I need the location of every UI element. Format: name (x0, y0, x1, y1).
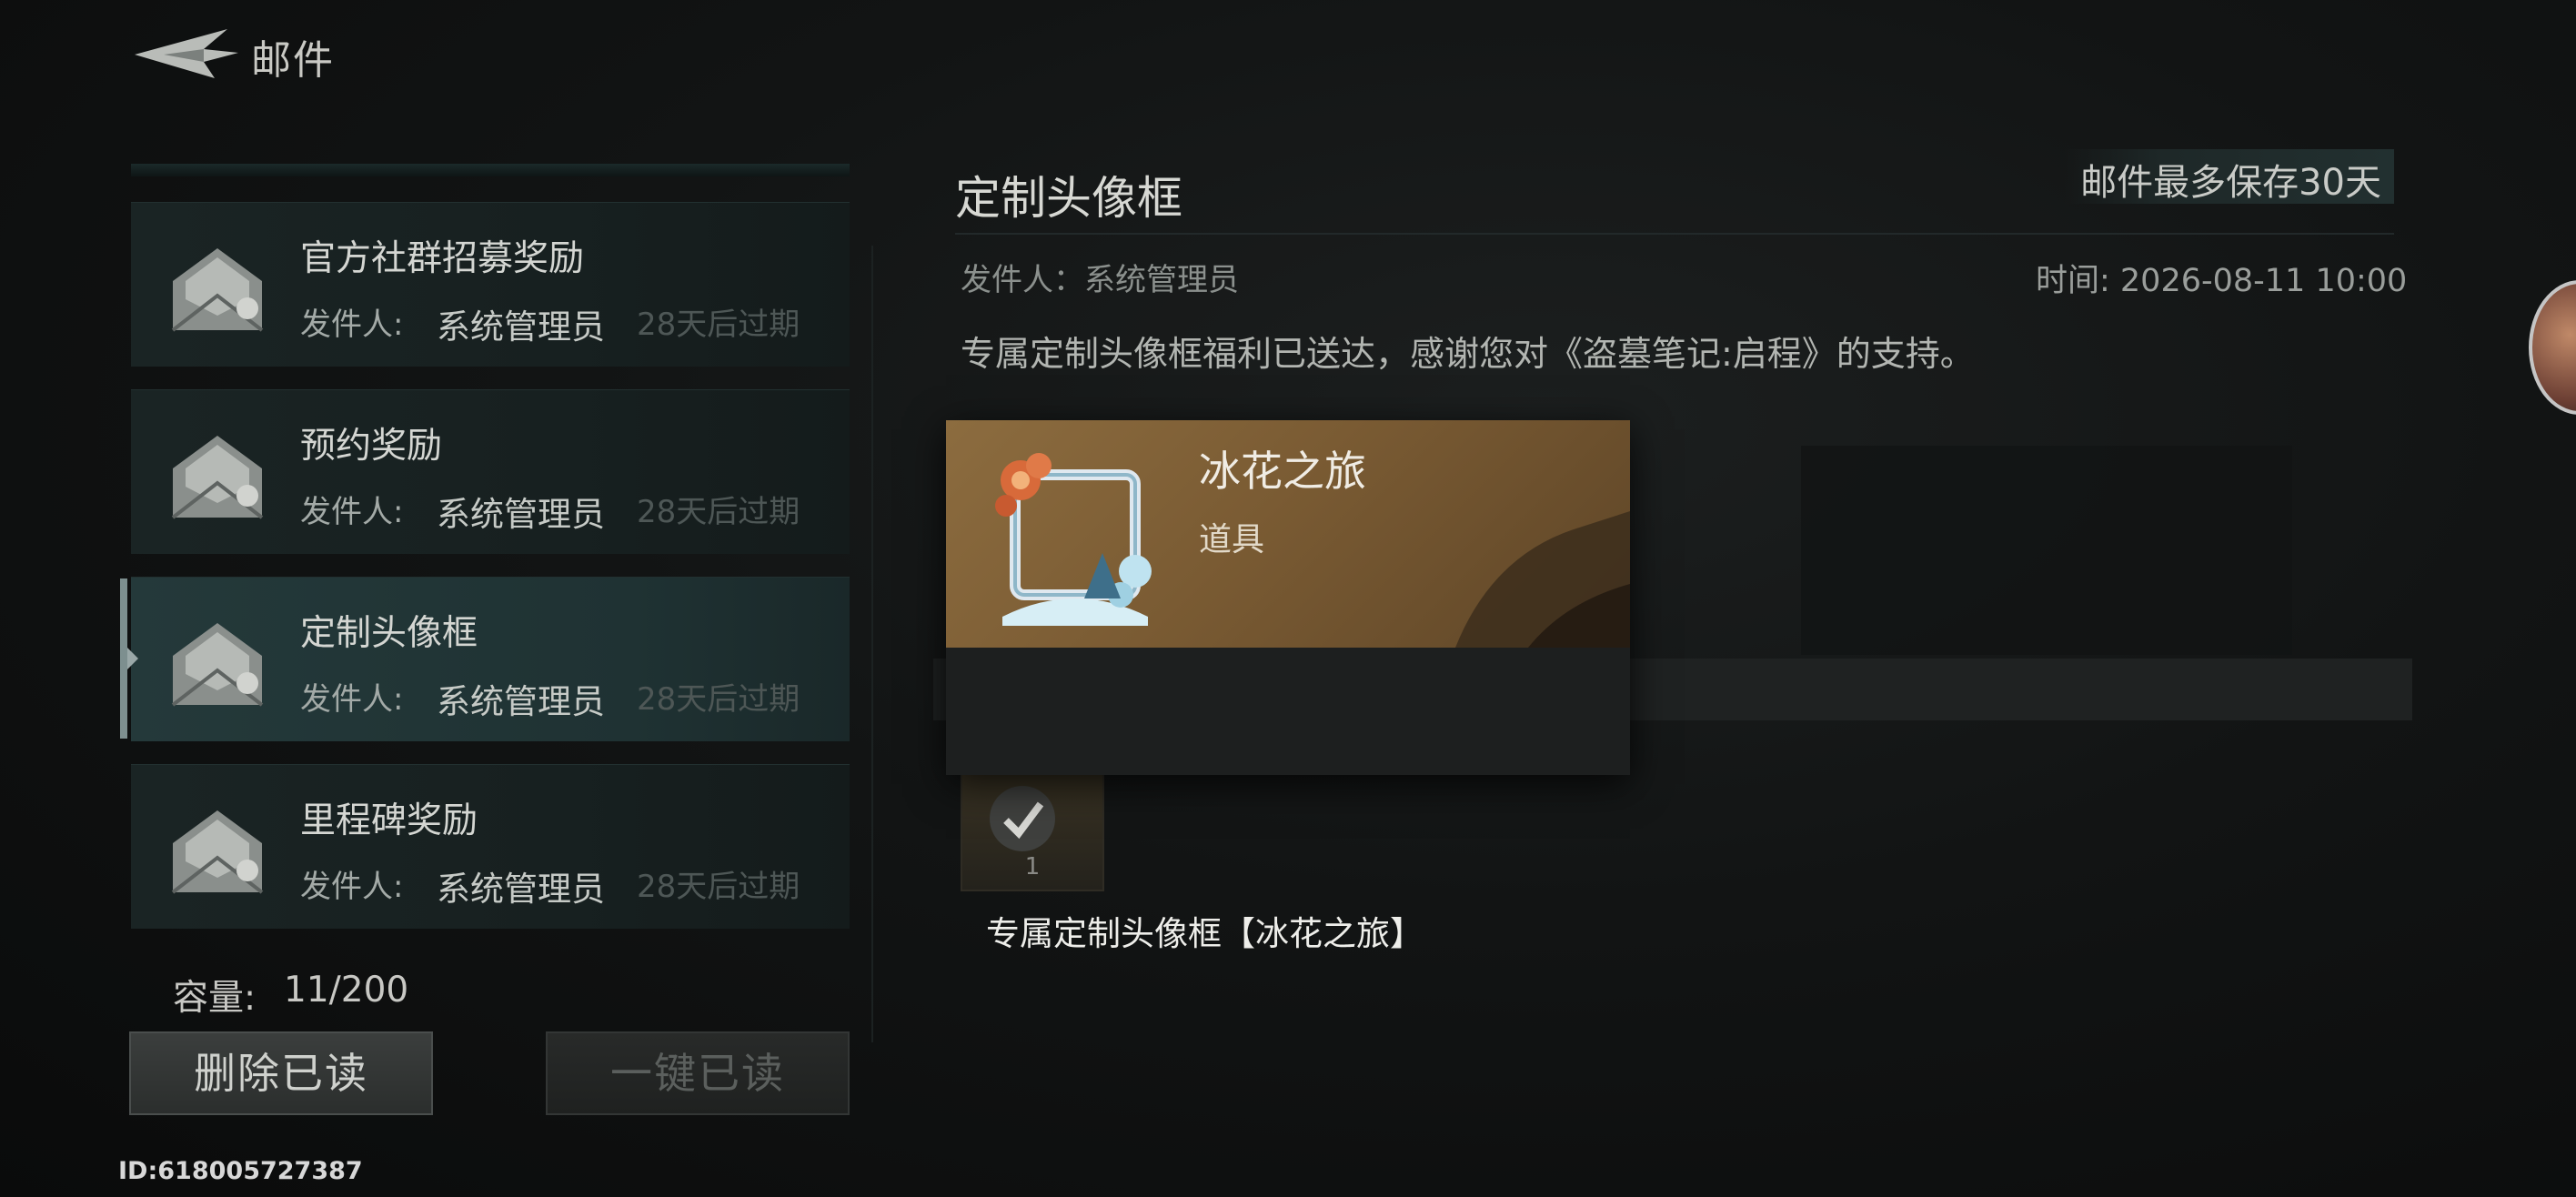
list-scroll-edge (131, 164, 850, 176)
mail-screen: 邮件 官方社群招募奖励 发件人: 系统管理员 28天后过期 预约奖励 发件人: … (0, 0, 2576, 1197)
mail-item-avatar-frame[interactable]: 定制头像框 发件人: 系统管理员 28天后过期 (131, 577, 850, 741)
selection-indicator (120, 578, 127, 739)
item-description: 专属定制头像框【冰花之旅】 (986, 914, 1424, 953)
mail-item-recruit[interactable]: 官方社群招募奖励 发件人: 系统管理员 28天后过期 (131, 202, 850, 367)
panel-divider (871, 246, 873, 1042)
floating-avatar[interactable] (2529, 280, 2576, 415)
item-name: 冰花之旅 (1199, 447, 1366, 496)
mail-open-icon (171, 248, 264, 332)
detail-body: 专属定制头像框福利已送达，感谢您对《盗墓笔记:启程》的支持。 (961, 334, 1975, 374)
tooltip-body: 专属定制头像框【冰花之旅】 (946, 648, 1630, 953)
back-arrow-icon (135, 29, 238, 78)
selection-arrow-icon (127, 648, 138, 669)
mail-sender-label: 发件人: (300, 307, 404, 343)
mail-open-icon (171, 436, 264, 519)
mail-sender: 系统管理员 (437, 870, 605, 909)
mail-open-icon (171, 810, 264, 894)
mail-title: 官方社群招募奖励 (300, 238, 585, 279)
mail-sender-label: 发件人: (300, 494, 404, 530)
mail-item-reservation[interactable]: 预约奖励 发件人: 系统管理员 28天后过期 (131, 389, 850, 554)
page-title: 邮件 (251, 37, 335, 84)
detail-divider (955, 233, 2394, 235)
avatar-frame-icon (995, 453, 1152, 626)
checkmark-icon (1003, 801, 1044, 840)
background-decoration (1801, 446, 2292, 655)
retention-note-box: 邮件最多保存30天 (2065, 149, 2394, 204)
mail-expire: 28天后过期 (637, 869, 800, 905)
mark-all-read-button[interactable]: 一键已读 (546, 1031, 850, 1115)
mail-sender-label: 发件人: (300, 681, 404, 718)
reward-item-slot[interactable]: 1 (961, 764, 1104, 891)
mail-sender: 系统管理员 (437, 307, 605, 347)
mail-sender: 系统管理员 (437, 682, 605, 721)
mail-title: 预约奖励 (300, 426, 443, 467)
mail-expire: 28天后过期 (637, 494, 800, 530)
mail-title: 定制头像框 (300, 613, 478, 654)
detail-time: 时间: 2026-08-11 10:00 (2036, 263, 2408, 299)
capacity-label: 容量: (173, 978, 257, 1019)
mail-expire: 28天后过期 (637, 307, 800, 343)
back-button[interactable] (127, 22, 246, 86)
mail-open-icon (171, 623, 264, 707)
claimed-badge (990, 786, 1055, 851)
detail-sender: 发件人：系统管理员 (961, 262, 1239, 298)
mail-title: 里程碑奖励 (300, 800, 478, 841)
detail-title: 定制头像框 (955, 172, 1182, 225)
retention-note: 邮件最多保存30天 (2080, 162, 2381, 204)
item-tooltip: 冰花之旅 道具 专属定制头像框【冰花之旅】 (946, 420, 1630, 953)
item-type: 道具 (1199, 521, 1265, 558)
capacity-value: 11/200 (284, 970, 409, 1011)
mail-expire: 28天后过期 (637, 681, 800, 718)
reward-count: 1 (1024, 853, 1041, 880)
mail-sender-label: 发件人: (300, 869, 404, 905)
tooltip-header: 冰花之旅 道具 (946, 420, 1630, 648)
user-id: ID:618005727387 (118, 1157, 363, 1185)
mail-sender: 系统管理员 (437, 495, 605, 534)
mail-item-milestone[interactable]: 里程碑奖励 发件人: 系统管理员 28天后过期 (131, 764, 850, 929)
delete-read-button[interactable]: 删除已读 (129, 1031, 433, 1115)
